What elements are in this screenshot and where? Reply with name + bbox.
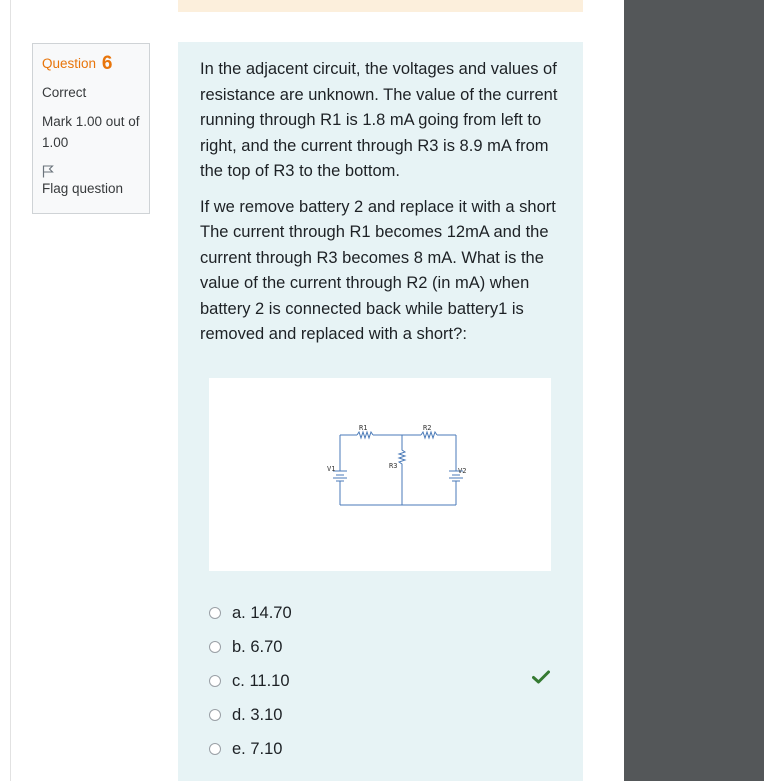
question-paragraph-1: In the adjacent circuit, the voltages an… [200, 60, 558, 180]
answer-option-e[interactable]: e. 7.10 [209, 732, 569, 766]
circuit-diagram: R1 R2 R3 V1 V2 [209, 378, 551, 571]
correct-check-icon [532, 670, 550, 684]
option-value: 6.70 [250, 637, 283, 656]
question-text: In the adjacent circuit, the voltages an… [200, 57, 572, 348]
previous-question-feedback [178, 0, 583, 12]
radio-button[interactable] [209, 641, 221, 653]
option-letter: a. [232, 603, 246, 622]
option-letter: b. [232, 637, 246, 656]
answer-option-c[interactable]: c. 11.10 [209, 664, 569, 698]
option-letter: c. [232, 671, 245, 690]
answer-option-b[interactable]: b. 6.70 [209, 630, 569, 664]
flag-question-button[interactable]: Flag question [42, 161, 141, 199]
question-label: Question [42, 56, 97, 71]
question-paragraph-2: If we remove battery 2 and replace it wi… [200, 197, 556, 344]
answer-options: a. 14.70 b. 6.70 c. 11.10 d. 3.10 e. 7.1… [209, 596, 569, 766]
option-letter: d. [232, 705, 246, 724]
flag-icon [42, 165, 54, 178]
right-sidebar [624, 0, 764, 781]
r1-resistor [356, 430, 374, 440]
r3-resistor [397, 435, 407, 505]
question-state: Correct [42, 85, 87, 100]
option-value: 11.10 [249, 671, 290, 690]
r2-label: R2 [423, 424, 431, 432]
v2-label: V2 [458, 467, 466, 475]
radio-button[interactable] [209, 743, 221, 755]
radio-button[interactable] [209, 709, 221, 721]
page-left-border [10, 0, 11, 781]
question-grade: Mark 1.00 out of 1.00 [42, 114, 140, 150]
radio-button[interactable] [209, 675, 221, 687]
option-value: 14.70 [250, 603, 292, 622]
r1-label: R1 [359, 424, 367, 432]
answer-option-a[interactable]: a. 14.70 [209, 596, 569, 630]
answer-option-d[interactable]: d. 3.10 [209, 698, 569, 732]
option-value: 3.10 [250, 705, 283, 724]
option-letter: e. [232, 739, 246, 758]
question-number: Question 6 [42, 53, 141, 74]
option-value: 7.10 [250, 739, 283, 758]
flag-question-label: Flag question [42, 181, 124, 196]
r2-resistor [420, 430, 438, 440]
radio-button[interactable] [209, 607, 221, 619]
question-info-panel: Question 6 Correct Mark 1.00 out of 1.00… [32, 43, 150, 214]
r3-label: R3 [389, 462, 397, 470]
v1-label: V1 [327, 465, 335, 473]
question-number-value: 6 [101, 53, 113, 74]
